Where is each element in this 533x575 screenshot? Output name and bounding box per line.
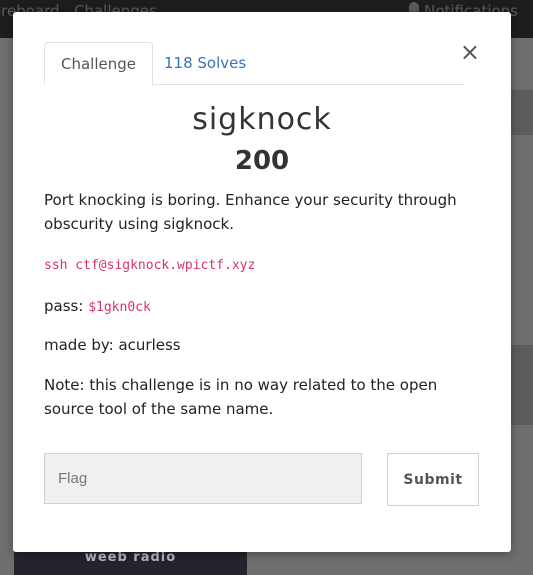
radio-label[interactable]: weeb radio xyxy=(14,550,247,565)
backdrop-card xyxy=(511,345,533,425)
backdrop-card xyxy=(511,90,533,135)
password-line: pass: $1gkn0ck xyxy=(44,294,474,320)
password-label: pass: xyxy=(44,297,84,315)
challenge-points: 200 xyxy=(234,146,290,176)
tab-challenge[interactable]: Challenge xyxy=(44,42,153,85)
description-intro: Port knocking is boring. Enhance your se… xyxy=(44,191,457,233)
submit-button[interactable]: Submit xyxy=(387,453,479,506)
note-line: Note: this challenge is in no way relate… xyxy=(44,376,438,418)
author-line: made by: acurless xyxy=(44,336,181,354)
flag-input[interactable] xyxy=(44,453,362,504)
challenge-title: sigknock xyxy=(192,102,332,137)
password-value: $1gkn0ck xyxy=(88,300,151,315)
ssh-command: ssh ctf@sigknock.wpictf.xyz xyxy=(44,258,256,273)
challenge-modal: × Challenge 118 Solves sigknock 200 Port… xyxy=(13,12,511,552)
tab-solves[interactable]: 118 Solves xyxy=(148,42,262,84)
modal-tabs: Challenge 118 Solves xyxy=(44,42,464,85)
